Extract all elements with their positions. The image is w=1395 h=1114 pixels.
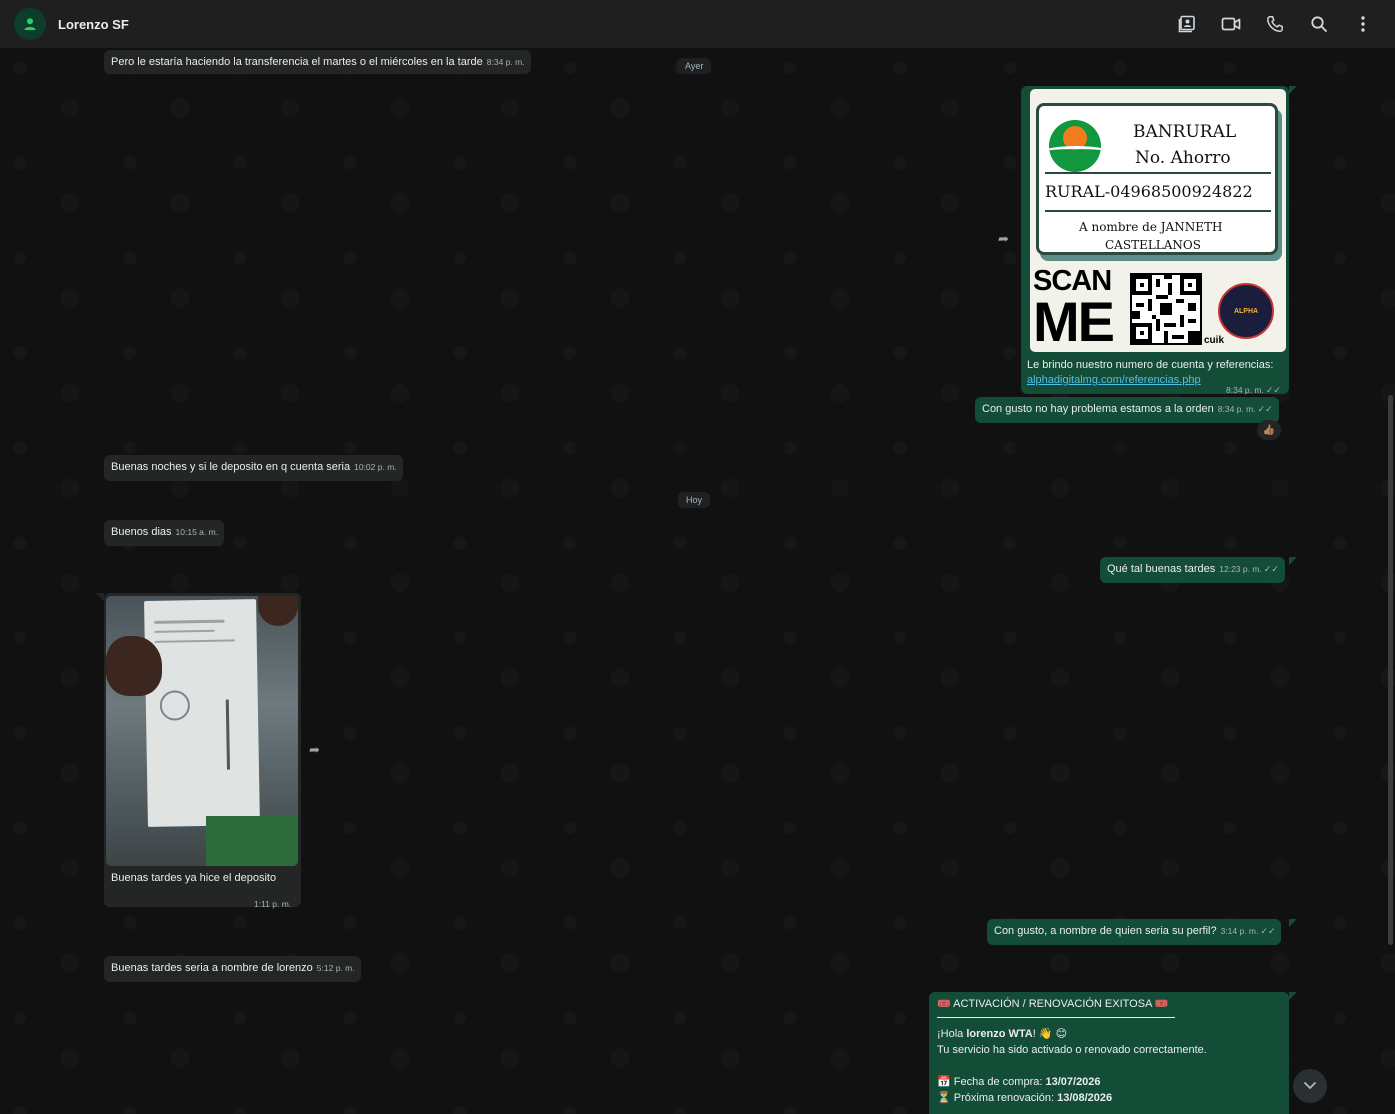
message-incoming[interactable]: Buenas tardes seria a nombre de lorenzo 5… xyxy=(104,956,361,982)
bank-account-image[interactable]: BANRURAL No. Ahorro RURAL-04968500924822… xyxy=(1030,89,1286,352)
date-divider: Hoy xyxy=(678,492,711,508)
account-holder-line1: A nombre de JANNETH xyxy=(1079,220,1223,234)
divider xyxy=(937,1017,1175,1018)
account-number: RURAL-04968500924822 xyxy=(1045,182,1253,201)
ticket-icon: 🎟️ xyxy=(1154,998,1169,1010)
message-time: 3:14 p. m. xyxy=(1220,926,1259,936)
contact-card-button[interactable] xyxy=(1165,4,1209,44)
qr-brand: cuik xyxy=(1204,335,1225,346)
forward-icon[interactable]: ➦ xyxy=(998,231,1009,247)
voice-call-button[interactable] xyxy=(1253,4,1297,44)
hand xyxy=(106,636,162,696)
message-reaction[interactable]: 👍🏽 xyxy=(1257,420,1281,440)
contact-name[interactable]: Lorenzo SF xyxy=(58,17,129,32)
image-caption: Buenas tardes ya hice el deposito xyxy=(111,872,277,884)
menu-button[interactable] xyxy=(1341,4,1385,44)
read-ticks-icon: ✓✓ xyxy=(1260,926,1276,936)
message-time: 8:34 p. m. xyxy=(1217,404,1256,414)
image-caption: Le brindo nuestro numero de cuenta y ref… xyxy=(1027,359,1274,371)
status-line: Tu servicio ha sido activado o renovado … xyxy=(937,1044,1207,1056)
message-incoming[interactable]: Buenos dias 10:15 a. m. xyxy=(104,520,225,546)
message-text: Buenas tardes seria a nombre de lorenzo xyxy=(111,962,313,974)
customer-name: lorenzo WTA xyxy=(966,1028,1033,1040)
message-meta: 1:11 p. m. xyxy=(250,894,291,912)
bubble-tail xyxy=(1289,86,1297,94)
person-icon xyxy=(24,18,36,30)
message-incoming[interactable]: Pero le estaría haciendo la transferenci… xyxy=(104,50,531,74)
message-text: Buenos dias xyxy=(111,526,172,538)
contact-card-icon xyxy=(1178,15,1195,33)
bank-logo xyxy=(1049,120,1101,172)
message-time: 10:02 p. m. xyxy=(354,462,397,472)
bubble-tail xyxy=(1289,557,1297,565)
brand-badge: ALPHA xyxy=(1218,283,1274,339)
bubble-tail xyxy=(1289,919,1297,927)
menu-icon xyxy=(1361,16,1365,32)
message-time: 8:34 p. m. xyxy=(1226,385,1264,395)
read-ticks-icon: ✓✓ xyxy=(1265,385,1281,395)
hand xyxy=(258,596,298,626)
chevron-down-icon xyxy=(1304,1082,1316,1090)
scan-me-text: SCAN ME xyxy=(1033,265,1115,352)
chat-header: Lorenzo SF xyxy=(0,0,1395,48)
bank-name: BANRURAL xyxy=(1133,122,1237,142)
video-call-icon xyxy=(1221,17,1241,31)
background-object xyxy=(206,816,298,866)
message-outgoing[interactable]: Con gusto, a nombre de quien seria su pe… xyxy=(987,919,1282,945)
deposit-slip xyxy=(144,599,260,827)
hourglass-icon: ⏳ xyxy=(937,1092,951,1104)
account-type: No. Ahorro xyxy=(1135,148,1231,168)
forward-icon[interactable]: ➦ xyxy=(309,742,320,758)
renewal-date-line: ⏳ Próxima renovación: 13/08/2026 xyxy=(937,1092,1113,1104)
bubble-tail xyxy=(1289,992,1297,1000)
voice-call-icon xyxy=(1267,16,1283,32)
qr-code[interactable] xyxy=(1130,273,1202,345)
read-ticks-icon: ✓✓ xyxy=(1257,404,1273,414)
referencias-link[interactable]: alphadigitalmg.com/referencias.php xyxy=(1027,373,1201,388)
message-time: 10:15 a. m. xyxy=(175,527,219,537)
purchase-date-line: 📅 Fecha de compra: 13/07/2026 xyxy=(937,1076,1101,1088)
ticket-icon: 🎟️ xyxy=(937,998,951,1010)
date-divider: Ayer xyxy=(677,58,712,74)
message-text: Qué tal buenas tardes xyxy=(1107,563,1216,575)
message-time: 5:12 p. m. xyxy=(316,963,355,973)
contact-avatar[interactable] xyxy=(14,8,46,40)
bank-panel: BANRURAL No. Ahorro RURAL-04968500924822… xyxy=(1036,103,1278,255)
message-meta: 8:34 p. m. ✓✓ xyxy=(1222,380,1281,398)
scroll-to-bottom-button[interactable] xyxy=(1293,1069,1327,1103)
search-button[interactable] xyxy=(1297,4,1341,44)
message-outgoing[interactable]: Qué tal buenas tardes 12:23 p. m. ✓✓ xyxy=(1100,557,1285,583)
greeting-line: ¡Hola lorenzo WTA! 👋 😊 xyxy=(937,1028,1068,1040)
message-time: 1:11 p. m. xyxy=(254,899,292,909)
message-text: Con gusto no hay problema estamos a la o… xyxy=(982,403,1214,415)
message-text: Con gusto, a nombre de quien seria su pe… xyxy=(994,925,1217,937)
message-text: Buenas noches y si le deposito en q cuen… xyxy=(111,461,351,473)
deposit-photo[interactable] xyxy=(106,596,298,866)
scrollbar[interactable] xyxy=(1388,395,1393,945)
search-icon xyxy=(1311,16,1327,32)
activation-title: 🎟️ ACTIVACIÓN / RENOVACIÓN EXITOSA 🎟️ xyxy=(937,998,1169,1010)
message-text: Pero le estaría haciendo la transferenci… xyxy=(111,56,483,68)
bubble-tail xyxy=(96,593,104,601)
message-outgoing-activation[interactable]: 🎟️ ACTIVACIÓN / RENOVACIÓN EXITOSA 🎟️ ¡H… xyxy=(929,992,1289,1114)
video-call-button[interactable] xyxy=(1209,4,1253,44)
account-holder-line2: CASTELLANOS xyxy=(1105,238,1201,252)
message-time: 8:34 p. m. xyxy=(486,57,525,67)
message-incoming[interactable]: Buenas noches y si le deposito en q cuen… xyxy=(104,455,403,481)
read-ticks-icon: ✓✓ xyxy=(1263,564,1279,574)
calendar-icon: 📅 xyxy=(937,1076,951,1088)
message-time: 12:23 p. m. xyxy=(1219,564,1262,574)
message-outgoing[interactable]: Con gusto no hay problema estamos a la o… xyxy=(975,397,1279,423)
